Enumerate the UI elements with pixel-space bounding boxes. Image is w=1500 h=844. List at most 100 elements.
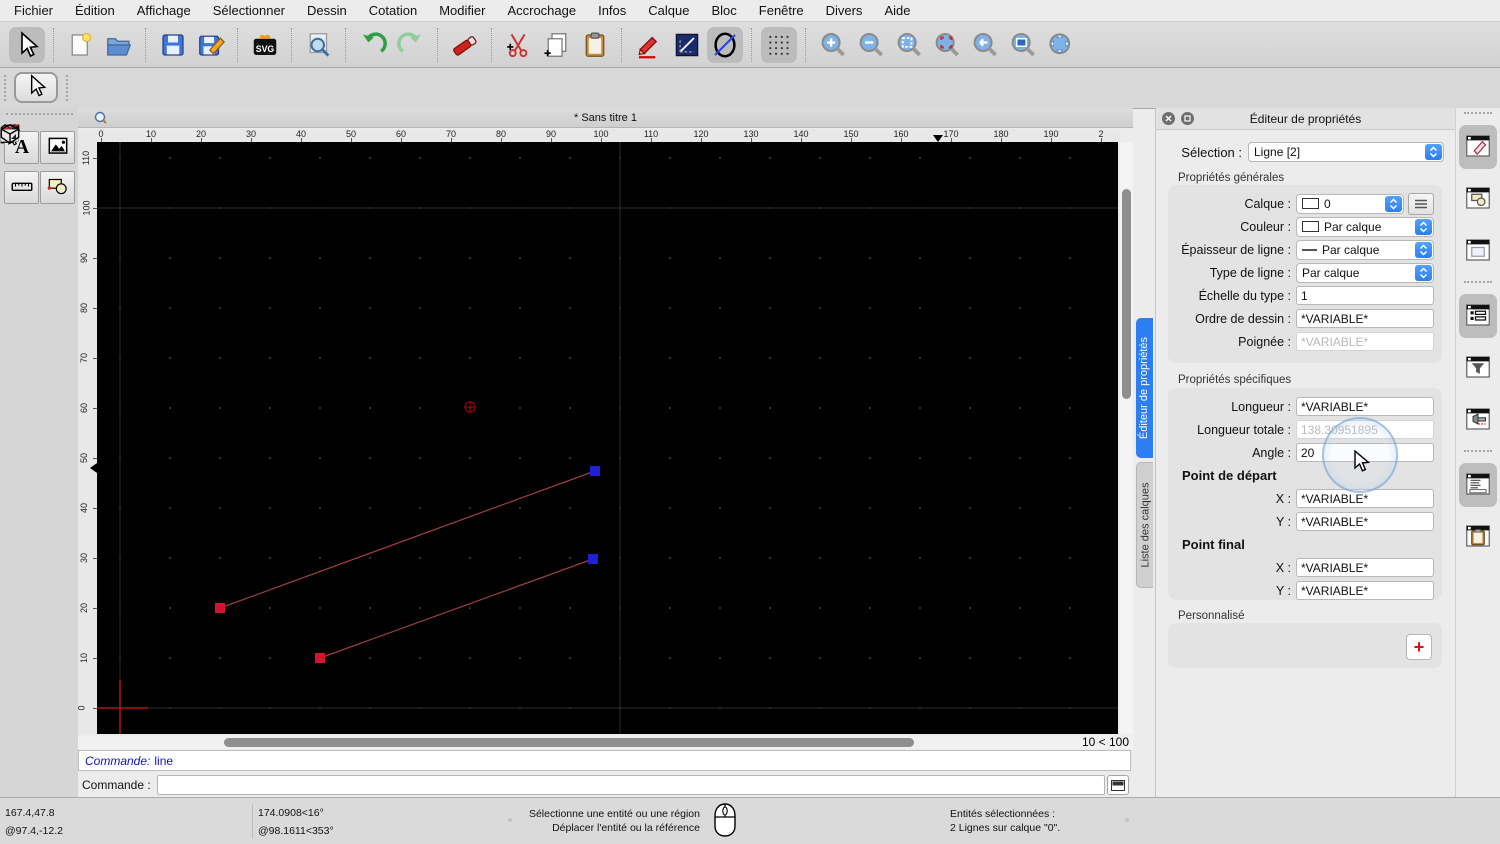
zoom-window-button[interactable]: [1005, 27, 1041, 63]
add-property-button[interactable]: +: [1406, 634, 1432, 660]
type-de-ligne-dropdown[interactable]: Par calque: [1296, 263, 1434, 283]
zoom-prev-button[interactable]: [967, 27, 1003, 63]
grid-toggle-button[interactable]: [761, 27, 797, 63]
v-ruler-label: 10: [79, 653, 89, 663]
longueur-field[interactable]: [1296, 397, 1434, 416]
menu-selectionner[interactable]: Sélectionner: [213, 3, 285, 18]
status-bar: 167.4,47.8 @97.4,-12.2 174.0908<16° @98.…: [0, 797, 1500, 844]
command-widget-icon: [1463, 469, 1493, 502]
dock-drag-handle[interactable]: [1464, 112, 1492, 117]
line-end-handle[interactable]: [590, 466, 600, 476]
dock-layer-list-button[interactable]: [1459, 294, 1497, 338]
menu-bloc[interactable]: Bloc: [711, 3, 736, 18]
echelle-du-type-field[interactable]: [1296, 286, 1434, 305]
selection-dropdown[interactable]: Ligne [2]: [1248, 142, 1444, 162]
toolbar-drag-handle[interactable]: [4, 75, 9, 101]
float-window-icon[interactable]: [1181, 112, 1194, 125]
menu-calque[interactable]: Calque: [648, 3, 689, 18]
x-field[interactable]: [1296, 489, 1434, 508]
line-start-handle[interactable]: [215, 603, 225, 613]
keyboard-toggle-button[interactable]: [1107, 775, 1129, 795]
layer-menu-button[interactable]: [1408, 193, 1434, 215]
image-tool-button[interactable]: [40, 131, 75, 164]
zoom-pan-icon: [1046, 30, 1076, 60]
close-icon[interactable]: [1162, 112, 1175, 125]
save-button[interactable]: [155, 27, 191, 63]
menu-cotation[interactable]: Cotation: [369, 3, 417, 18]
calque-dropdown[interactable]: 0: [1296, 194, 1404, 214]
vertical-scroll-thumb[interactable]: [1122, 189, 1131, 399]
menu-affichage[interactable]: Affichage: [137, 3, 191, 18]
open-file-button[interactable]: [101, 27, 137, 63]
new-document-button[interactable]: [63, 27, 99, 63]
dock-clipboard-panel-button[interactable]: [1459, 515, 1497, 559]
line-start-handle[interactable]: [315, 653, 325, 663]
select-icon: [12, 30, 42, 60]
horizontal-scrollbar[interactable]: 10 < 100: [78, 736, 1133, 749]
block-tool-button[interactable]: [40, 171, 75, 204]
stepper-icon: [1415, 242, 1432, 258]
zoom-out-button[interactable]: [853, 27, 889, 63]
horizontal-scroll-thumb[interactable]: [224, 738, 914, 747]
status-bullet: [1125, 818, 1129, 822]
copy-button[interactable]: [539, 27, 575, 63]
zoom-auto-button[interactable]: [891, 27, 927, 63]
measure-tool-button[interactable]: [4, 171, 39, 204]
dock-command-widget-button[interactable]: [1459, 463, 1497, 507]
cut-button[interactable]: [501, 27, 537, 63]
menu-dessin[interactable]: Dessin: [307, 3, 347, 18]
palette-drag-handle[interactable]: [6, 113, 73, 118]
menu-modifier[interactable]: Modifier: [439, 3, 485, 18]
line-end-handle[interactable]: [588, 554, 598, 564]
vertical-scrollbar[interactable]: [1120, 142, 1133, 734]
drawing-canvas[interactable]: [97, 142, 1118, 734]
print-preview-button[interactable]: [301, 27, 337, 63]
redo-button[interactable]: [393, 27, 429, 63]
relative-coordinates: @97.4,-12.2: [5, 825, 63, 837]
draw-pencil-button[interactable]: [631, 27, 667, 63]
block-icon: [45, 173, 71, 202]
dock-strip: [1455, 108, 1500, 797]
tab-properties-editor[interactable]: Éditeur de propriétés: [1136, 318, 1153, 458]
toolbar-separator: [237, 28, 239, 62]
tab-layer-list[interactable]: Liste des calques: [1136, 462, 1153, 588]
zoom-pan-button[interactable]: [1043, 27, 1079, 63]
point-section-header: Point final: [1182, 537, 1245, 552]
save-as-button[interactable]: [193, 27, 229, 63]
toolbar-drag-handle[interactable]: [66, 75, 71, 101]
menu-aide[interactable]: Aide: [884, 3, 910, 18]
svg-export-button[interactable]: SVG: [247, 27, 283, 63]
epaisseur-de-ligne-dropdown[interactable]: Par calque: [1296, 240, 1434, 260]
dock-block-list-button[interactable]: [1459, 177, 1497, 221]
undo-button[interactable]: [355, 27, 391, 63]
save-as-icon: [196, 30, 226, 60]
menu-fichier[interactable]: Fichier: [14, 3, 53, 18]
ellipse-tool-button[interactable]: [707, 27, 743, 63]
dock-library-browser-button[interactable]: [1459, 229, 1497, 273]
menu-infos[interactable]: Infos: [598, 3, 626, 18]
property-label: Calque :: [1176, 197, 1291, 211]
dock-selection-filter-button[interactable]: [1459, 346, 1497, 390]
menu-divers[interactable]: Divers: [826, 3, 863, 18]
zoom-in-button[interactable]: [815, 27, 851, 63]
select-button[interactable]: [9, 27, 45, 63]
paste-button[interactable]: [577, 27, 613, 63]
line-tool-button[interactable]: [669, 27, 705, 63]
dock-named-views-button[interactable]: [1459, 398, 1497, 442]
angle-field[interactable]: [1296, 443, 1434, 462]
couleur-dropdown[interactable]: Par calque: [1296, 217, 1434, 237]
y-field[interactable]: [1296, 581, 1434, 600]
box3d-tool-button[interactable]: [0, 129, 19, 142]
ordre-de-dessin-field[interactable]: [1296, 309, 1434, 328]
y-field[interactable]: [1296, 512, 1434, 531]
zoom-select-button[interactable]: [929, 27, 965, 63]
menu-fenetre[interactable]: Fenêtre: [759, 3, 804, 18]
menu-edition[interactable]: Édition: [75, 3, 115, 18]
property-label: Poignée :: [1176, 335, 1291, 349]
dock-properties-editor-button[interactable]: [1459, 125, 1497, 169]
delete-button[interactable]: [447, 27, 483, 63]
command-input[interactable]: [157, 775, 1105, 795]
menu-accrochage[interactable]: Accrochage: [507, 3, 576, 18]
x-field[interactable]: [1296, 558, 1434, 577]
select-tool-button[interactable]: [14, 72, 58, 103]
